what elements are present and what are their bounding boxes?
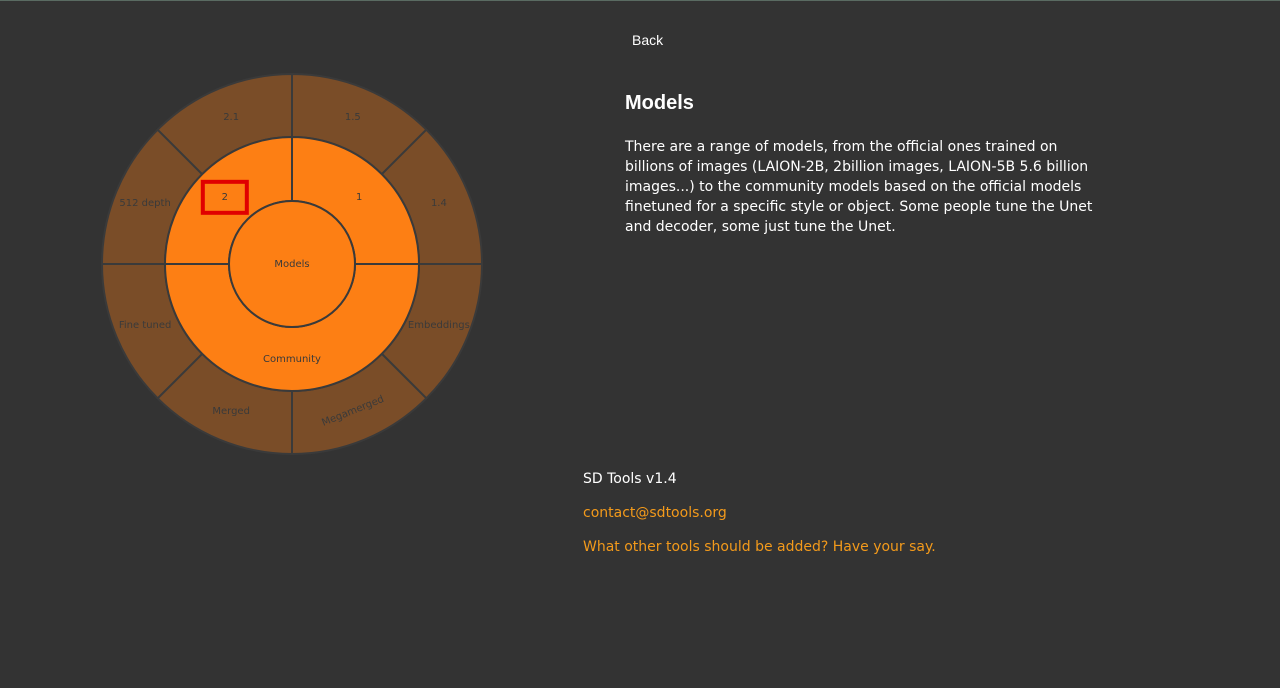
info-description: There are a range of models, from the of… xyxy=(625,139,1093,235)
feedback-link[interactable]: What other tools should be added? Have y… xyxy=(583,539,936,555)
center-segment-models[interactable] xyxy=(228,200,356,328)
contact-email-link[interactable]: contact@sdtools.org xyxy=(583,505,727,521)
footer-version: SD Tools v1.4 xyxy=(583,471,677,487)
back-button[interactable]: Back xyxy=(632,32,663,48)
info-title: Models xyxy=(625,92,694,114)
page: 1.5 1.4 Embeddings Megamerged Merged Fine tun… xyxy=(0,0,1280,688)
models-sunburst-chart: 1.51.4EmbeddingsMegamergedMergedFine tun… xyxy=(100,72,484,456)
